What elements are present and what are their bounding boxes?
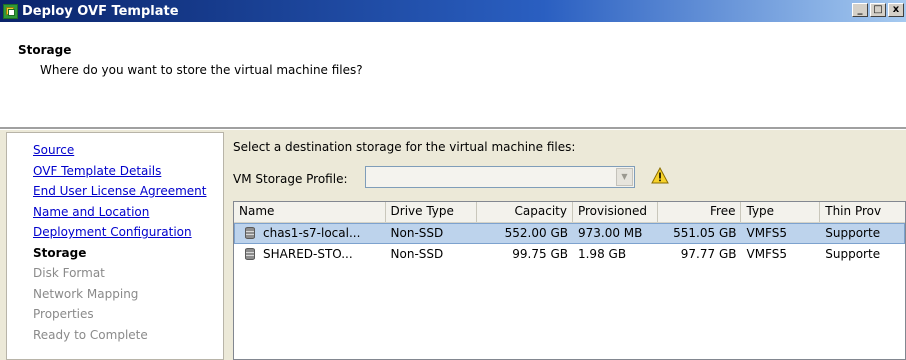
step-eula[interactable]: End User License Agreement	[7, 181, 223, 202]
column-header-free[interactable]: Free	[658, 202, 742, 222]
window-title: Deploy OVF Template	[22, 3, 179, 19]
table-row[interactable]: chas1-s7-local... Non-SSD 552.00 GB 973.…	[234, 223, 905, 244]
step-deployment-configuration[interactable]: Deployment Configuration	[7, 222, 223, 243]
datastore-name: chas1-s7-local...	[263, 226, 361, 240]
wizard-header: Storage Where do you want to store the v…	[0, 22, 906, 128]
step-source[interactable]: Source	[7, 140, 223, 161]
step-ovf-template-details[interactable]: OVF Template Details	[7, 161, 223, 182]
datastore-icon	[245, 227, 255, 239]
table-row[interactable]: SHARED-STO... Non-SSD 99.75 GB 1.98 GB 9…	[234, 244, 905, 265]
datastore-icon	[245, 248, 255, 260]
wizard-steps: Source OVF Template Details End User Lic…	[6, 132, 224, 360]
page-title: Storage	[18, 43, 72, 57]
capacity-cell: 552.00 GB	[504, 226, 568, 240]
thin-provisioning-cell: Supporte	[825, 226, 881, 240]
minimize-button[interactable]: _	[852, 3, 868, 17]
capacity-cell: 99.75 GB	[512, 247, 568, 261]
table-header: Name Drive Type Capacity Provisioned Fre…	[234, 202, 905, 223]
chevron-down-icon[interactable]: ▼	[616, 168, 633, 186]
storage-prompt: Select a destination storage for the vir…	[233, 140, 576, 154]
column-header-name[interactable]: Name	[234, 202, 386, 222]
column-header-provisioned[interactable]: Provisioned	[573, 202, 658, 222]
window-controls: _ □ x	[852, 3, 904, 17]
type-cell: VMFS5	[746, 247, 787, 261]
step-ready-to-complete: Ready to Complete	[33, 327, 148, 342]
step-network-mapping: Network Mapping	[33, 286, 139, 301]
column-header-capacity[interactable]: Capacity	[477, 202, 573, 222]
page-subtitle: Where do you want to store the virtual m…	[40, 63, 363, 77]
app-icon	[3, 3, 18, 19]
vm-storage-profile-select[interactable]: ▼	[365, 166, 635, 188]
storage-panel: Select a destination storage for the vir…	[233, 130, 906, 360]
step-disk-format: Disk Format	[33, 266, 105, 280]
type-cell: VMFS5	[746, 226, 787, 240]
datastore-name-cell: chas1-s7-local...	[234, 223, 386, 244]
provisioned-cell: 1.98 GB	[577, 247, 627, 261]
drive-type-cell: Non-SSD	[390, 226, 444, 240]
datastore-name-cell: SHARED-STO...	[234, 244, 386, 265]
datastore-table[interactable]: Name Drive Type Capacity Provisioned Fre…	[233, 201, 906, 360]
free-cell: 551.05 GB	[673, 226, 737, 240]
drive-type-cell: Non-SSD	[390, 247, 444, 261]
vm-storage-profile-label: VM Storage Profile:	[233, 172, 348, 186]
provisioned-cell: 973.00 MB	[577, 226, 643, 240]
warning-icon	[651, 167, 669, 184]
thin-provisioning-cell: Supporte	[825, 247, 881, 261]
free-cell: 97.77 GB	[680, 247, 737, 261]
step-name-and-location[interactable]: Name and Location	[7, 202, 223, 223]
title-bar[interactable]: Deploy OVF Template _ □ x	[0, 0, 906, 22]
step-properties: Properties	[33, 307, 94, 321]
column-header-drive-type[interactable]: Drive Type	[386, 202, 478, 222]
wizard-body: Source OVF Template Details End User Lic…	[0, 130, 906, 360]
maximize-button[interactable]: □	[870, 3, 886, 17]
column-header-type[interactable]: Type	[741, 202, 821, 222]
step-storage: Storage	[33, 245, 87, 260]
column-header-thin-provisioning[interactable]: Thin Prov	[820, 202, 905, 222]
datastore-name: SHARED-STO...	[263, 247, 353, 261]
close-button[interactable]: x	[888, 3, 904, 17]
